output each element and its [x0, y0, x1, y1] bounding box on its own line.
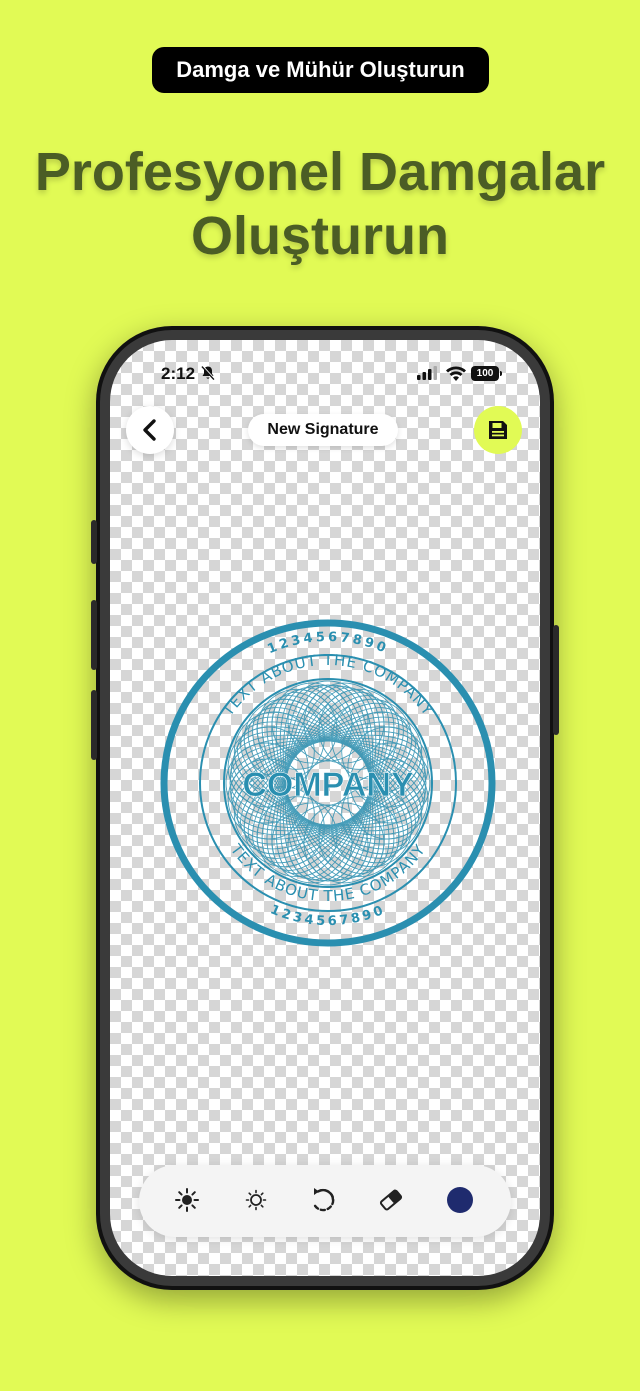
battery-level: 100 [476, 368, 494, 379]
rotate-button[interactable] [305, 1182, 341, 1218]
save-button[interactable] [474, 406, 522, 454]
color-picker-button[interactable] [442, 1182, 478, 1218]
stamp-preview[interactable]: 1234567890 1234567890 TEXT ABOUT THE COM… [155, 618, 501, 948]
eraser-icon [379, 1189, 403, 1211]
brightness-low-icon [245, 1189, 267, 1211]
battery-icon: 100 [471, 366, 502, 381]
bell-slash-icon [201, 365, 216, 381]
color-swatch [447, 1187, 473, 1213]
phone-volume-down-button [91, 690, 97, 760]
headline-line-2: Oluşturun [191, 206, 449, 266]
rotate-icon [313, 1188, 335, 1212]
document-title[interactable]: New Signature [248, 414, 398, 446]
brightness-high-icon [175, 1188, 199, 1212]
phone-power-button [553, 625, 559, 735]
eraser-button[interactable] [373, 1182, 409, 1218]
phone-volume-up-button [91, 600, 97, 670]
app-screen: 2:12 100 New Signature 1234567890 123456… [110, 340, 540, 1276]
floppy-disk-icon [489, 421, 507, 439]
phone-action-button [91, 520, 97, 564]
wifi-icon [446, 366, 466, 381]
status-bar: 2:12 100 [110, 340, 540, 406]
signal-icon [417, 366, 437, 380]
headline-line-1: Profesyonel Damgalar [34, 142, 606, 202]
chevron-left-icon [143, 419, 156, 441]
back-button[interactable] [126, 406, 174, 454]
status-time: 2:12 [161, 364, 196, 383]
edit-toolbar [139, 1165, 511, 1237]
stamp-center-text: COMPANY [242, 766, 414, 804]
brightness-up-button[interactable] [169, 1182, 205, 1218]
headline: Profesyonel Damgalar Oluşturun [0, 140, 640, 268]
stamp-ring-numbers-bottom: 1234567890 [268, 902, 388, 929]
brightness-down-button[interactable] [238, 1182, 274, 1218]
header-badge: Damga ve Mühür Oluşturun [152, 47, 489, 93]
